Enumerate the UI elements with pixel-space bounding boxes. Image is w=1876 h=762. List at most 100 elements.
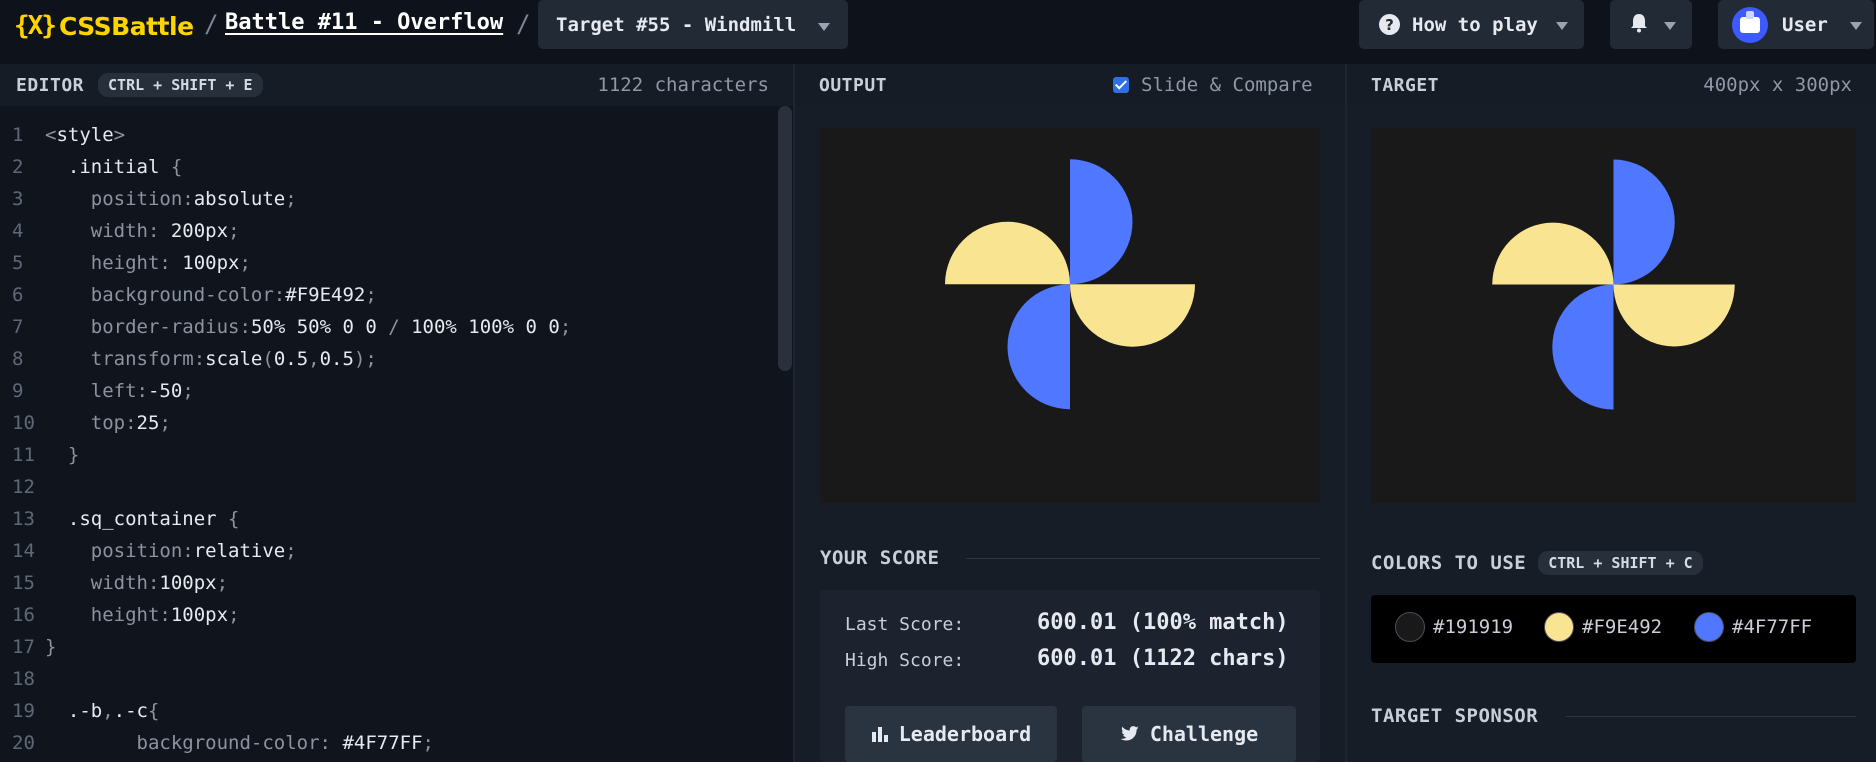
- line-number: 19: [12, 700, 35, 722]
- section-divider: [966, 558, 1320, 559]
- swatch-dot: [1395, 612, 1425, 642]
- editor-scrollbar[interactable]: [778, 106, 792, 371]
- line-number: 9: [12, 380, 24, 402]
- your-score-title: YOUR SCORE: [820, 547, 940, 569]
- code-text: }: [45, 636, 57, 658]
- windmill-blade-blue-top: [1070, 159, 1133, 285]
- code-text: position:relative;: [90, 540, 297, 562]
- line-number: 15: [12, 572, 35, 594]
- editor-title: EDITOR: [16, 74, 85, 96]
- notifications-button[interactable]: [1610, 0, 1692, 49]
- windmill-blade-yellow-right: [1070, 284, 1195, 347]
- colors-shortcut-badge: CTRL + SHIFT + C: [1538, 551, 1703, 575]
- code-line[interactable]: 7 border-radius:50% 50% 0 0 / 100% 100% …: [0, 311, 571, 343]
- color-palette: #191919 #F9E492 #4F77FF: [1371, 595, 1856, 663]
- target-select-dropdown[interactable]: Target #55 - Windmill: [538, 0, 848, 49]
- code-text: background-color: #4F77FF;: [136, 732, 434, 754]
- code-line[interactable]: 9 left:-50;: [0, 375, 194, 407]
- colors-title: COLORS TO USE: [1371, 552, 1527, 574]
- how-to-play-button[interactable]: ? How to play: [1359, 0, 1584, 49]
- code-line[interactable]: 12: [0, 471, 45, 503]
- last-score-label: Last Score:: [845, 614, 965, 635]
- line-number: 11: [12, 444, 35, 466]
- editor-shortcut-badge: CTRL + SHIFT + E: [98, 73, 263, 97]
- code-line[interactable]: 14 position:relative;: [0, 535, 297, 567]
- code-line[interactable]: 19 .-b,.-c{: [0, 695, 159, 727]
- top-bar: {X} CSSBattle / Battle #11 - Overflow / …: [0, 0, 1876, 64]
- code-line[interactable]: 16 height:100px;: [0, 599, 240, 631]
- high-score-label: High Score:: [845, 650, 965, 671]
- code-text: width: 200px;: [90, 220, 240, 242]
- breadcrumb-separator: /: [516, 10, 531, 38]
- breadcrumb-battle-link[interactable]: Battle #11 - Overflow: [225, 10, 503, 35]
- color-swatch[interactable]: #F9E492: [1544, 612, 1662, 642]
- logo-mark-icon: {X}: [14, 11, 57, 41]
- chevron-down-icon: [1664, 22, 1676, 30]
- slide-compare-toggle[interactable]: Slide & Compare: [1113, 74, 1313, 96]
- question-circle-icon: ?: [1379, 14, 1400, 35]
- target-canvas[interactable]: [1371, 128, 1856, 503]
- code-text: left:-50;: [90, 380, 194, 402]
- target-header: TARGET 400px x 300px: [1347, 64, 1876, 106]
- leaderboard-button[interactable]: Leaderboard: [845, 706, 1057, 762]
- line-number: 13: [12, 508, 35, 530]
- color-swatch[interactable]: #4F77FF: [1694, 612, 1812, 642]
- color-swatch[interactable]: #191919: [1395, 612, 1513, 642]
- last-score-value: 600.01 (100% match): [1037, 610, 1289, 635]
- user-menu-button[interactable]: User: [1718, 0, 1874, 49]
- code-line[interactable]: 4 width: 200px;: [0, 215, 240, 247]
- code-line[interactable]: 1 <style>: [0, 119, 125, 151]
- target-title: TARGET: [1371, 74, 1440, 96]
- chevron-down-icon: [818, 23, 830, 31]
- code-line[interactable]: 11 }: [0, 439, 79, 471]
- code-text: <style>: [45, 124, 126, 146]
- code-text: background-color:#F9E492;: [90, 284, 377, 306]
- leaderboard-label: Leaderboard: [898, 722, 1032, 746]
- code-line[interactable]: 13 .sq_container {: [0, 503, 239, 535]
- code-line[interactable]: 10 top:25;: [0, 407, 171, 439]
- section-divider: [1566, 716, 1856, 717]
- code-line[interactable]: 20 background-color: #4F77FF;: [0, 727, 434, 759]
- code-text: transform:scale(0.5,0.5);: [90, 348, 377, 370]
- line-number: 18: [12, 668, 35, 690]
- challenge-button[interactable]: Challenge: [1082, 706, 1296, 762]
- code-text: top:25;: [90, 412, 171, 434]
- output-header: OUTPUT Slide & Compare: [795, 64, 1345, 106]
- code-line[interactable]: 18: [0, 663, 45, 695]
- code-text: position:absolute;: [90, 188, 297, 210]
- slide-compare-checkbox[interactable]: [1113, 77, 1129, 93]
- code-text: .sq_container {: [45, 508, 240, 530]
- code-editor[interactable]: 1 <style> 2 .initial {3 position:absolute;…: [0, 106, 793, 762]
- code-line[interactable]: 5 height: 100px;: [0, 247, 251, 279]
- swatch-dot: [1544, 612, 1574, 642]
- code-line[interactable]: 3 position:absolute;: [0, 183, 297, 215]
- swatch-dot: [1694, 612, 1724, 642]
- high-score-value: 600.01 (1122 chars): [1037, 646, 1289, 671]
- code-line[interactable]: 17}: [0, 631, 56, 663]
- bar-chart-icon: [871, 727, 888, 742]
- chevron-down-icon: [1850, 22, 1862, 30]
- line-number: 14: [12, 540, 35, 562]
- code-line[interactable]: 8 transform:scale(0.5,0.5);: [0, 343, 377, 375]
- output-title: OUTPUT: [819, 74, 888, 96]
- chevron-down-icon: [1556, 22, 1568, 30]
- cssbattle-logo[interactable]: {X} CSSBattle: [14, 10, 194, 42]
- code-text: height: 100px;: [90, 252, 251, 274]
- avatar: [1732, 6, 1768, 43]
- code-line[interactable]: 6 background-color:#F9E492;: [0, 279, 377, 311]
- swatch-hex: #F9E492: [1582, 616, 1663, 638]
- bell-icon: [1631, 14, 1647, 33]
- windmill-target-drawing: [1492, 159, 1735, 410]
- target-size: 400px x 300px: [1703, 74, 1852, 96]
- line-number: 2: [12, 156, 24, 178]
- output-canvas[interactable]: [820, 128, 1320, 503]
- code-line[interactable]: 15 width:100px;: [0, 567, 228, 599]
- swatch-hex: #191919: [1433, 616, 1514, 638]
- line-number: 5: [12, 252, 24, 274]
- windmill-blade-yellow-left: [1492, 222, 1614, 285]
- code-line[interactable]: 2 .initial {: [0, 151, 182, 183]
- windmill-blade-blue-bottom: [1007, 284, 1070, 410]
- editor-header: EDITOR CTRL + SHIFT + E 1122 characters: [0, 64, 793, 106]
- twitter-icon: [1120, 726, 1139, 741]
- slide-compare-label: Slide & Compare: [1141, 74, 1313, 96]
